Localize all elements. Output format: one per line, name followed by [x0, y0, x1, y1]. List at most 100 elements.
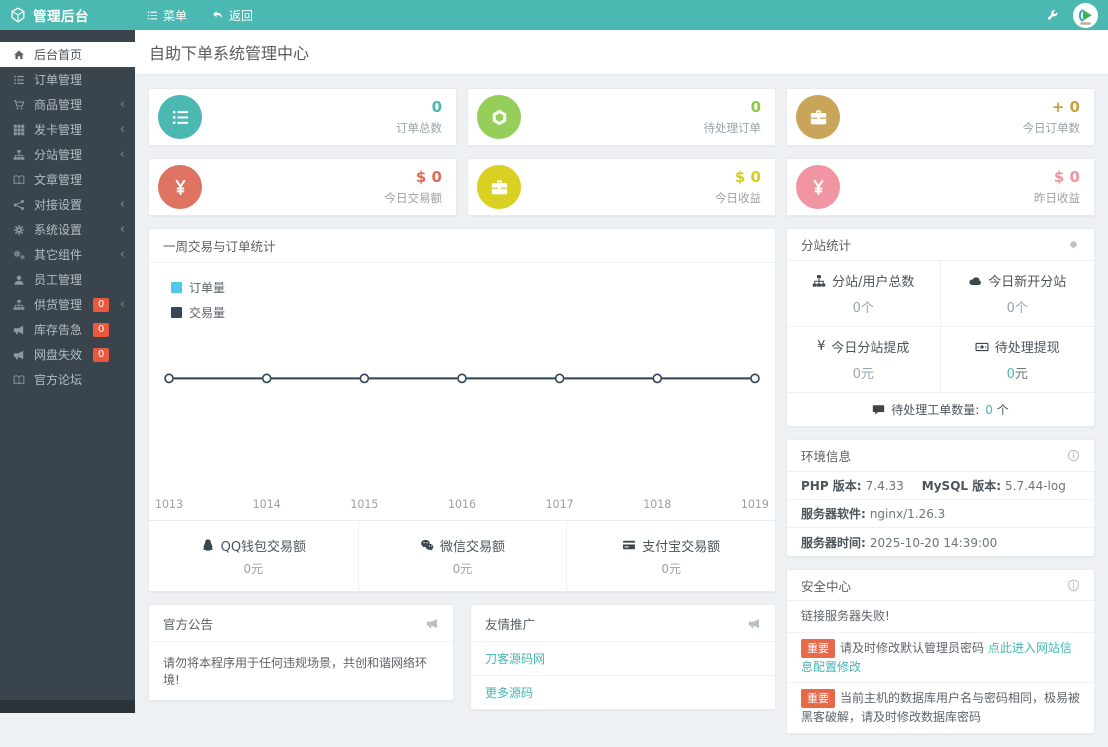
brand[interactable]: 管理后台 [0, 5, 135, 25]
legend-item-trades[interactable]: 交易量 [171, 304, 225, 321]
cell-label: 待处理提现 [994, 341, 1060, 356]
security-row-server-fail: 链接服务器失败! [787, 601, 1094, 633]
sidebar-item-staff[interactable]: 员工管理 [0, 267, 135, 292]
stat-value: + 0 [1051, 98, 1080, 117]
sidebar-item-label: 后台首页 [34, 48, 83, 62]
promo-link-more[interactable]: 更多源码 [471, 676, 775, 709]
chart-legend: 订单量 交易量 [171, 279, 225, 321]
menu-toggle[interactable]: 菜单 [135, 0, 199, 30]
sidebar-item-label: 官方论坛 [34, 373, 83, 387]
sitemap-icon [13, 149, 25, 161]
payment-label: QQ钱包交易额 [220, 539, 307, 555]
yen-icon: ¥ [817, 339, 826, 354]
back-button[interactable]: 返回 [199, 0, 265, 30]
sidebar-item-orders[interactable]: 订单管理 [0, 67, 135, 92]
stats-grid: 0 订单总数 0 待处理订单 + 0 今日订单数 $ 0 今日交易额 $ 0 今… [148, 88, 1095, 216]
legend-swatch [171, 307, 182, 318]
back-label: 返回 [229, 8, 254, 23]
briefcase-icon [477, 165, 521, 209]
sidebar-item-netdisk-invalid[interactable]: 网盘失效 0 [0, 342, 135, 367]
bullhorn-icon [748, 617, 761, 630]
app-logo[interactable] [1073, 2, 1098, 28]
cell-label: 今日新开分站 [988, 275, 1067, 290]
stat-label: 今日交易额 [384, 190, 443, 205]
substation-cell-withdrawals: 待处理提现 0元 [940, 327, 1094, 393]
count-badge: 0 [93, 347, 110, 362]
wrench-icon[interactable] [1046, 9, 1059, 22]
payment-cell-wechat: 微信交易额 0元 [357, 521, 567, 591]
share-icon [13, 199, 25, 211]
sidebar-item-system[interactable]: 系统设置 ‹ [0, 217, 135, 242]
sidebar-item-supply[interactable]: 供货管理 0 ‹ [0, 292, 135, 317]
sidebar-item-components[interactable]: 其它组件 ‹ [0, 242, 135, 267]
stat-label: 订单总数 [396, 120, 442, 135]
chevron-left-icon: ‹ [119, 97, 125, 112]
back-icon [211, 9, 224, 22]
security-panel: 安全中心 链接服务器失败! 重要 请及时修改默认管理员密码 点此进入网站信息配置修… [786, 569, 1095, 734]
sidebar-item-integration[interactable]: 对接设置 ‹ [0, 192, 135, 217]
sidebar-item-cards[interactable]: 发卡管理 ‹ [0, 117, 135, 142]
announcement-title: 官方公告 [163, 616, 214, 632]
legend-item-orders[interactable]: 订单量 [171, 279, 225, 296]
svg-text:1016: 1016 [448, 498, 476, 511]
promo-panel: 友情推广 刀客源码网 更多源码 [470, 604, 776, 710]
cogs-icon [13, 249, 25, 261]
payment-value: 0元 [452, 561, 473, 576]
cell-value: 0元 [852, 367, 874, 382]
security-row-database: 重要 当前主机的数据库用户名与密码相同，极易被黑客破解，请及时修改数据库密码 [801, 689, 1081, 725]
menu-icon [147, 10, 158, 21]
page-title: 自助下单系统管理中心 [149, 44, 310, 63]
tickets-label: 待处理工单数量: [891, 403, 980, 417]
sidebar-item-label: 库存告急 [34, 323, 83, 337]
sidebar-item-label: 网盘失效 [34, 348, 83, 362]
payment-label: 微信交易额 [439, 539, 505, 555]
chevron-left-icon: ‹ [119, 147, 125, 162]
stat-card-today-orders: + 0 今日订单数 [786, 88, 1095, 146]
circle-icon [1067, 238, 1080, 251]
announcement-text: 请勿将本程序用于任何违规场景，共创和谐网络环境! [163, 656, 428, 687]
cell-label: 今日分站提成 [831, 341, 910, 356]
briefcase-icon [796, 95, 840, 139]
cell-label: 分站/用户总数 [832, 275, 915, 290]
wechat-icon [420, 538, 434, 552]
shield-icon [1067, 579, 1080, 592]
stat-label: 今日订单数 [1022, 120, 1081, 135]
cart-icon [13, 99, 25, 111]
list-icon [158, 95, 202, 139]
sidebar-footer [0, 700, 135, 713]
sidebar-item-substations[interactable]: 分站管理 ‹ [0, 142, 135, 167]
sidebar-item-home[interactable]: 后台首页 [0, 42, 135, 67]
sidebar-item-forum[interactable]: 官方论坛 [0, 367, 135, 392]
sitemap-icon [812, 274, 826, 288]
stat-card-pending-orders: 0 待处理订单 [467, 88, 776, 146]
substation-stats-panel: 分站统计 分站/用户总数 0个 今日新开分站 0个 ¥ 今日分站提成 0元 待处… [786, 228, 1095, 427]
grid-icon [13, 124, 25, 136]
sidebar-item-label: 订单管理 [34, 73, 83, 87]
sidebar-item-label: 分站管理 [34, 148, 83, 162]
svg-text:1014: 1014 [253, 498, 281, 511]
bullhorn-icon [426, 617, 439, 630]
comment-icon [872, 403, 885, 416]
play-logo-icon [1073, 2, 1098, 28]
orders-chart: 1013 1014 1015 1016 1017 1018 1019 [155, 373, 769, 511]
chevron-left-icon: ‹ [119, 222, 125, 237]
sidebar-item-stock-alert[interactable]: 库存告急 0 [0, 317, 135, 342]
substation-cell-new-today: 今日新开分站 0个 [940, 261, 1094, 327]
credit-card-icon [622, 538, 636, 552]
substation-cell-commission: ¥ 今日分站提成 0元 [787, 327, 941, 393]
stat-card-today-volume: $ 0 今日交易额 [148, 158, 457, 216]
list-icon [13, 74, 25, 86]
tickets-count: 0 个 [985, 403, 1009, 417]
sidebar-item-products[interactable]: 商品管理 ‹ [0, 92, 135, 117]
qq-icon [201, 538, 215, 552]
legend-swatch [171, 282, 182, 293]
cell-value: 0元 [1006, 367, 1028, 382]
sidebar-item-label: 商品管理 [34, 98, 83, 112]
sidebar-item-articles[interactable]: 文章管理 [0, 167, 135, 192]
svg-text:1019: 1019 [741, 498, 769, 511]
weekly-chart-panel: 一周交易与订单统计 订单量 交易量 1013 1014 1015 1016 10… [148, 228, 776, 592]
promo-link-daoke[interactable]: 刀客源码网 [471, 642, 775, 676]
yen-icon [796, 165, 840, 209]
chevron-left-icon: ‹ [119, 297, 125, 312]
stat-value: $ 0 [415, 168, 442, 187]
